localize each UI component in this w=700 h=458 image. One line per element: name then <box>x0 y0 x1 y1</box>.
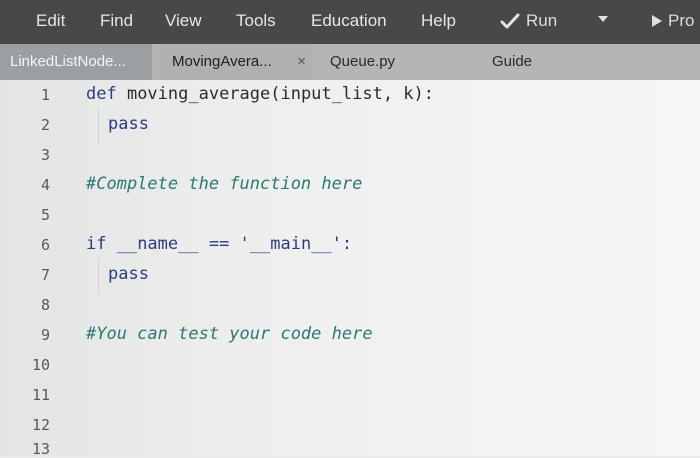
check-icon <box>500 13 520 29</box>
code-line-2: pass <box>108 114 149 134</box>
code-line-1: def moving_average(input_list, k): <box>86 84 434 104</box>
code-editor[interactable]: 1 2 3 4 5 6 7 8 9 10 11 12 13 def moving… <box>0 80 700 458</box>
play-icon <box>652 15 662 27</box>
line-number: 5 <box>40 206 50 224</box>
menu-edit[interactable]: Edit <box>36 11 65 31</box>
menu-education[interactable]: Education <box>311 11 387 31</box>
line-number: 4 <box>40 176 50 194</box>
menu-tools[interactable]: Tools <box>236 11 276 31</box>
line-number: 3 <box>40 146 50 164</box>
menu-help[interactable]: Help <box>421 11 456 31</box>
line-number: 7 <box>40 266 50 284</box>
pro-label: Pro <box>668 11 695 30</box>
tab-guide[interactable]: Guide <box>492 44 532 80</box>
keyword-def: def <box>86 84 117 104</box>
indent-guide <box>98 108 99 144</box>
tab-bar: LinkedListNode... MovingAvera... × Queue… <box>0 44 700 80</box>
code-line-9: #You can test your code here <box>86 324 373 344</box>
tab-queue[interactable]: Queue.py <box>330 44 395 80</box>
main-condition: __name__ == '__main__': <box>106 234 353 254</box>
tab-label: Queue.py <box>330 53 396 70</box>
menu-find[interactable]: Find <box>100 11 133 31</box>
tab-label: MovingAvera... <box>172 53 272 70</box>
menu-bar: Edit Find View Tools Education Help Run … <box>0 0 700 44</box>
line-number: 11 <box>31 386 50 404</box>
keyword-if: if <box>86 234 107 254</box>
pro-button[interactable]: Pro <box>652 11 694 31</box>
tab-movingaverage[interactable]: MovingAvera... × <box>160 44 312 80</box>
line-number: 10 <box>31 356 50 374</box>
line-number: 1 <box>40 86 50 104</box>
run-label: Run <box>526 11 558 30</box>
function-signature: moving_average(input_list, k): <box>116 84 434 104</box>
chevron-down-icon[interactable] <box>598 16 608 22</box>
indent-guide <box>98 258 99 294</box>
line-number: 2 <box>40 116 50 134</box>
code-line-6: if __name__ == '__main__': <box>86 234 352 254</box>
run-button[interactable]: Run <box>500 11 557 31</box>
line-number: 12 <box>31 416 50 434</box>
tab-label: Guide <box>492 53 533 70</box>
menu-view[interactable]: View <box>165 11 202 31</box>
line-number: 6 <box>40 236 50 254</box>
close-icon[interactable]: × <box>297 44 306 80</box>
tab-label: LinkedListNode... <box>10 53 126 70</box>
tab-linkedlistnode[interactable]: LinkedListNode... <box>0 44 152 80</box>
code-line-7: pass <box>108 264 149 284</box>
line-number: 8 <box>40 296 50 314</box>
line-number: 13 <box>31 440 50 458</box>
line-number: 9 <box>40 326 50 344</box>
code-line-4: #Complete the function here <box>86 174 363 194</box>
